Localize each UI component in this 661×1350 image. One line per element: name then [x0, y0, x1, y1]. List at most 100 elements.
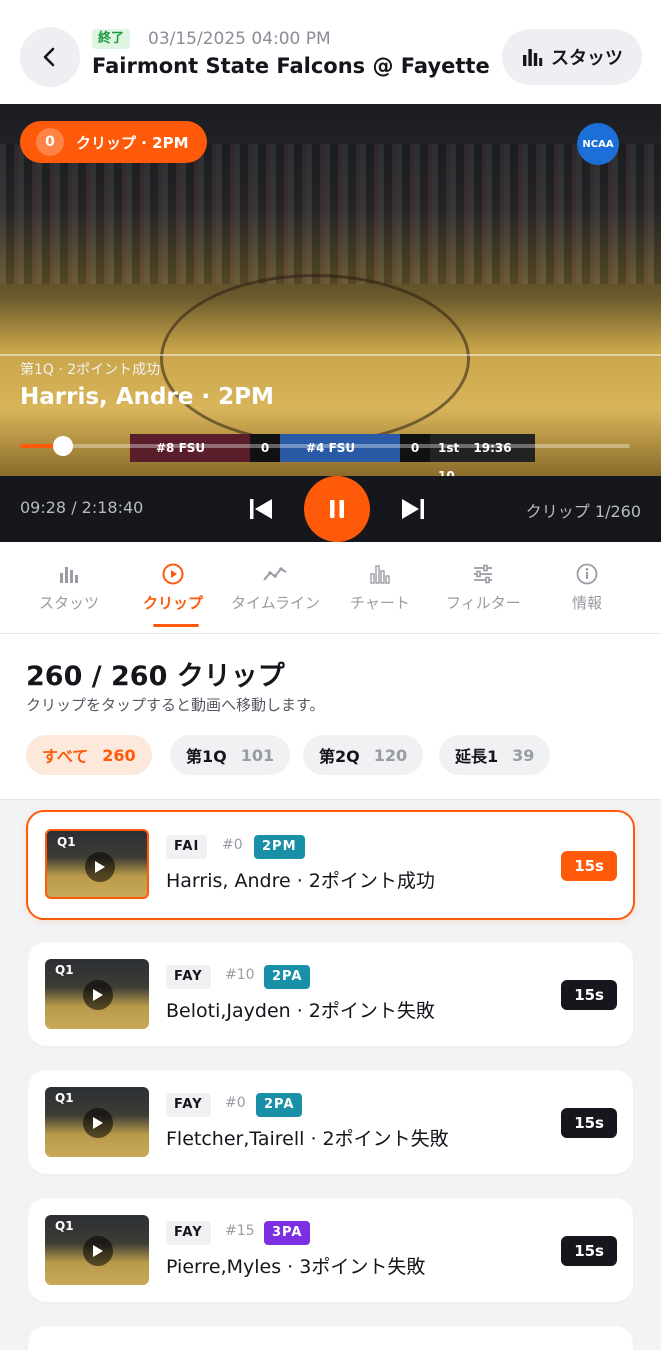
clip-thumbnail: Q1	[45, 829, 149, 899]
playback-time: 09:28 / 2:18:40	[20, 498, 144, 517]
court-baseline	[0, 354, 661, 356]
play-circle-icon	[162, 563, 184, 585]
scorebar-team2: #4 FSU	[280, 434, 400, 462]
filter-chip-label: 第1Q	[186, 747, 227, 766]
pause-button[interactable]	[304, 476, 370, 542]
duration-badge: 15s	[561, 980, 617, 1010]
play-icon	[83, 1236, 113, 1266]
filter-chip-q1[interactable]: 第1Q 101	[170, 735, 291, 775]
clip-card[interactable]: Q1 FAY #0 2PA Fletcher,Tairell · 2ポイント失敗…	[28, 1070, 633, 1174]
sliders-icon	[474, 564, 493, 584]
player-controls: 09:28 / 2:18:40 クリップ 1/260	[0, 476, 661, 542]
skip-next-icon	[402, 499, 424, 519]
thumbnail-quarter: Q1	[55, 1219, 74, 1233]
team-tag: FAI	[166, 835, 208, 859]
clip-thumbnail: Q1	[45, 1087, 149, 1157]
clip-title: Fletcher,Tairell · 2ポイント失敗	[166, 1128, 449, 1150]
filter-chip-count: 39	[512, 745, 535, 765]
tab-bar: スタッツ クリップ タイムライン チャート フィルター 情報	[0, 542, 661, 634]
scorebar-team1: #8 FSU	[130, 434, 250, 462]
team-tag: FAY	[166, 965, 211, 989]
tab-clips[interactable]: クリップ	[143, 562, 203, 613]
filter-chip-label: すべて	[42, 747, 89, 766]
stats-button-label: スタッツ	[551, 48, 623, 69]
previous-button[interactable]	[248, 496, 274, 522]
jersey-number: #0	[225, 1095, 246, 1111]
play-icon	[85, 852, 115, 882]
trend-line-icon	[263, 567, 287, 581]
filter-chip-label: 第2Q	[319, 747, 360, 766]
duration-badge: 15s	[561, 1108, 617, 1138]
game-title: Fairmont State Falcons @ Fayetteville	[92, 54, 490, 78]
scorebar-clock: 1st 19:36 10	[430, 434, 535, 476]
clips-header: 260 / 260 クリップ クリップをタップすると動画へ移動します。 すべて …	[0, 634, 661, 800]
stats-button[interactable]: スタッツ	[502, 29, 642, 85]
active-tab-indicator	[153, 624, 199, 627]
clip-title: Beloti,Jayden · 2ポイント失敗	[166, 1000, 435, 1022]
clip-thumbnail: Q1	[45, 959, 149, 1029]
next-button[interactable]	[400, 496, 426, 522]
chevron-left-icon	[43, 47, 55, 67]
tab-chart-label: チャート	[350, 594, 410, 612]
tab-filter-label: フィルター	[446, 594, 521, 612]
thumbnail-quarter: Q1	[57, 835, 76, 849]
ncaa-logo: NCAA	[577, 123, 619, 165]
filter-chip-count: 260	[102, 745, 136, 765]
app-header: 終了 03/15/2025 04:00 PM Fairmont State Fa…	[0, 0, 661, 104]
bar-chart-icon	[60, 567, 78, 583]
jersey-number: #10	[225, 967, 255, 983]
tab-stats[interactable]: スタッツ	[39, 562, 99, 613]
clip-counter: クリップ 1/260	[525, 502, 641, 521]
filter-chip-count: 101	[240, 745, 275, 765]
jersey-number: #0	[222, 837, 243, 853]
clips-count: 260 / 260 クリップ	[26, 661, 285, 692]
status-badge: 終了	[92, 29, 131, 49]
play-type-badge: 3PA	[264, 1221, 311, 1245]
clip-card[interactable]: Q1 FAI #0 2PM Harris, Andre · 2ポイント成功 15…	[26, 810, 635, 920]
tab-chart[interactable]: チャート	[350, 562, 410, 613]
clip-card-partial[interactable]	[28, 1326, 633, 1350]
tab-info-label: 情報	[572, 594, 603, 612]
info-icon	[576, 563, 598, 585]
clip-title: Harris, Andre · 2ポイント成功	[166, 870, 435, 892]
play-description: 第1Q · 2ポイント成功	[20, 362, 161, 378]
crowd-background	[0, 144, 661, 284]
play-type-badge: 2PA	[264, 965, 311, 989]
tab-timeline[interactable]: タイムライン	[231, 562, 320, 613]
filter-chip-q2[interactable]: 第2Q 120	[303, 735, 424, 775]
jersey-number: #15	[225, 1223, 255, 1239]
play-type-badge: 2PM	[254, 835, 305, 859]
tab-clips-label: クリップ	[143, 594, 204, 612]
tab-stats-label: スタッツ	[39, 594, 100, 612]
filter-chip-ot1[interactable]: 延長1 39	[439, 735, 551, 775]
broadcast-scorebar: #8 FSU 0 #4 FSU 0 1st 19:36 10	[130, 434, 535, 476]
play-type-badge: 2PA	[256, 1093, 303, 1117]
filter-chip-count: 120	[373, 745, 408, 765]
tab-info[interactable]: 情報	[572, 562, 602, 613]
column-chart-icon	[370, 565, 390, 584]
game-date: 03/15/2025 04:00 PM	[148, 29, 331, 49]
thumbnail-quarter: Q1	[55, 963, 74, 977]
duration-badge: 15s	[561, 851, 617, 881]
filter-chip-all[interactable]: すべて 260	[26, 735, 152, 775]
progress-knob[interactable]	[53, 436, 73, 456]
team-tag: FAY	[166, 1093, 211, 1117]
video-player[interactable]: 0 クリップ · 2PM NCAA 第1Q · 2ポイント成功 Harris, …	[0, 104, 661, 476]
court-arc	[160, 274, 470, 444]
thumbnail-quarter: Q1	[55, 1091, 74, 1105]
clip-index: 0	[36, 128, 64, 156]
clip-card[interactable]: Q1 FAY #10 2PA Beloti,Jayden · 2ポイント失敗 1…	[28, 942, 633, 1046]
scorebar-score1: 0	[250, 434, 280, 462]
back-button[interactable]	[20, 27, 80, 87]
clip-card[interactable]: Q1 FAY #15 3PA Pierre,Myles · 3ポイント失敗 15…	[28, 1198, 633, 1302]
pause-icon	[330, 500, 344, 518]
tab-timeline-label: タイムライン	[231, 594, 320, 612]
clips-subtitle: クリップをタップすると動画へ移動します。	[26, 696, 325, 714]
play-icon	[83, 1108, 113, 1138]
play-icon	[83, 980, 113, 1010]
clip-pill-label: クリップ · 2PM	[76, 133, 189, 152]
progress-track[interactable]	[20, 444, 630, 448]
team-tag: FAY	[166, 1221, 211, 1245]
tab-filter[interactable]: フィルター	[446, 562, 521, 613]
filter-chip-label: 延長1	[455, 747, 499, 766]
